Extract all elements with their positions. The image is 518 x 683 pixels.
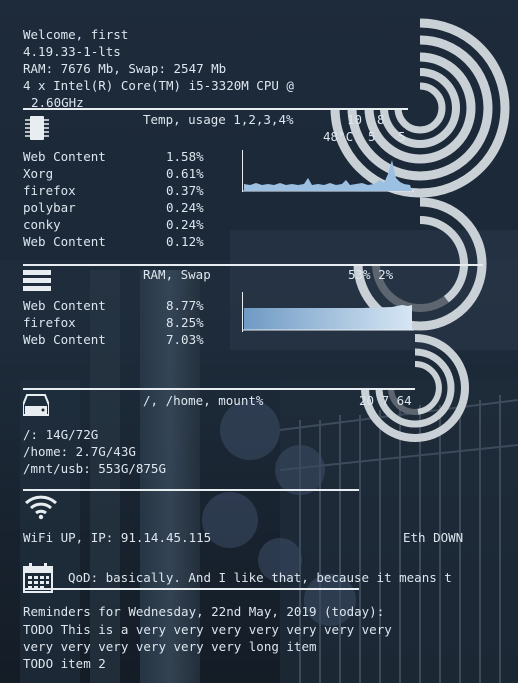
- cpu-process-value: 0.61%: [166, 166, 204, 181]
- disk-mount: /home: 2.7G/43G: [23, 444, 136, 459]
- cpu-process-name: firefox: [23, 183, 76, 198]
- ram-ring-usage-fill: [419, 216, 468, 303]
- cpu-process-name: Xorg: [23, 166, 54, 181]
- welcome-text: Welcome, first: [23, 27, 129, 42]
- cpu-process-value: 0.24%: [166, 200, 204, 215]
- cpu-title: Temp, usage 1,2,3,4%: [143, 112, 294, 127]
- reminder-item: TODO item 2: [23, 656, 106, 671]
- ram-process-value: 7.03%: [166, 332, 204, 347]
- ram-process-name: firefox: [23, 315, 76, 330]
- cpu-core-4: 5: [398, 129, 406, 144]
- ram-icon: [23, 270, 51, 291]
- disk-ring-mount-fill: [414, 361, 442, 415]
- wifi-status: WiFi UP, IP: 91.14.45.115: [23, 530, 212, 545]
- cpu-usage-graph: [242, 150, 414, 192]
- quote-of-the-day: QoD: basically. And I like that, because…: [68, 570, 452, 585]
- disk-divider: [23, 388, 415, 390]
- ram-process-name: Web Content: [23, 332, 106, 347]
- kernel-version: 4.19.33-1-lts: [23, 44, 121, 59]
- ram-title: RAM, Swap: [143, 267, 211, 282]
- reminders-header: Reminders for Wednesday, 22nd May, 2019 …: [23, 604, 385, 619]
- cpu-temperature: 48°C: [323, 129, 354, 144]
- cpu-core-1: 10: [347, 112, 363, 127]
- cpu-process-value: 1.58%: [166, 149, 204, 164]
- cpu-core-2: 8: [377, 112, 385, 127]
- disk-mount: /mnt/usb: 553G/875G: [23, 461, 166, 476]
- cpu-process-name: polybar: [23, 200, 76, 215]
- cpu-divider: [23, 108, 408, 110]
- cpu-process-value: 0.24%: [166, 217, 204, 232]
- cpu-chip-icon: [25, 116, 49, 140]
- ram-divider: [23, 264, 483, 266]
- hdd-icon: [23, 394, 49, 416]
- wifi-icon: [24, 495, 58, 520]
- disk-usage: 20 7 64: [359, 393, 412, 408]
- memory-info: RAM: 7676 Mb, Swap: 2547 Mb: [23, 61, 227, 76]
- cpu-model: 4 x Intel(R) Core(TM) i5-3320M CPU @: [23, 78, 294, 93]
- cpu-process-name: conky: [23, 217, 61, 232]
- cpu-process-name: Web Content: [23, 234, 106, 249]
- calendar-divider: [23, 588, 359, 590]
- ram-process-name: Web Content: [23, 298, 106, 313]
- cpu-process-value: 0.12%: [166, 234, 204, 249]
- ram-process-value: 8.77%: [166, 298, 204, 313]
- reminder-item: TODO This is a very very very very very …: [23, 622, 392, 637]
- ram-process-value: 8.25%: [166, 315, 204, 330]
- ram-usage-graph: [242, 292, 414, 332]
- cpu-process-name: Web Content: [23, 149, 106, 164]
- disk-title: /, /home, mount%: [143, 393, 264, 408]
- ethernet-status: Eth DOWN: [403, 530, 464, 545]
- cpu-process-value: 0.37%: [166, 183, 204, 198]
- cpu-core-3: 5: [368, 129, 376, 144]
- network-divider: [23, 489, 359, 491]
- ram-swap-usage: 53% 2%: [348, 267, 394, 282]
- disk-mount: /: 14G/72G: [23, 427, 99, 442]
- reminder-item: very very very very very very long item: [23, 639, 317, 654]
